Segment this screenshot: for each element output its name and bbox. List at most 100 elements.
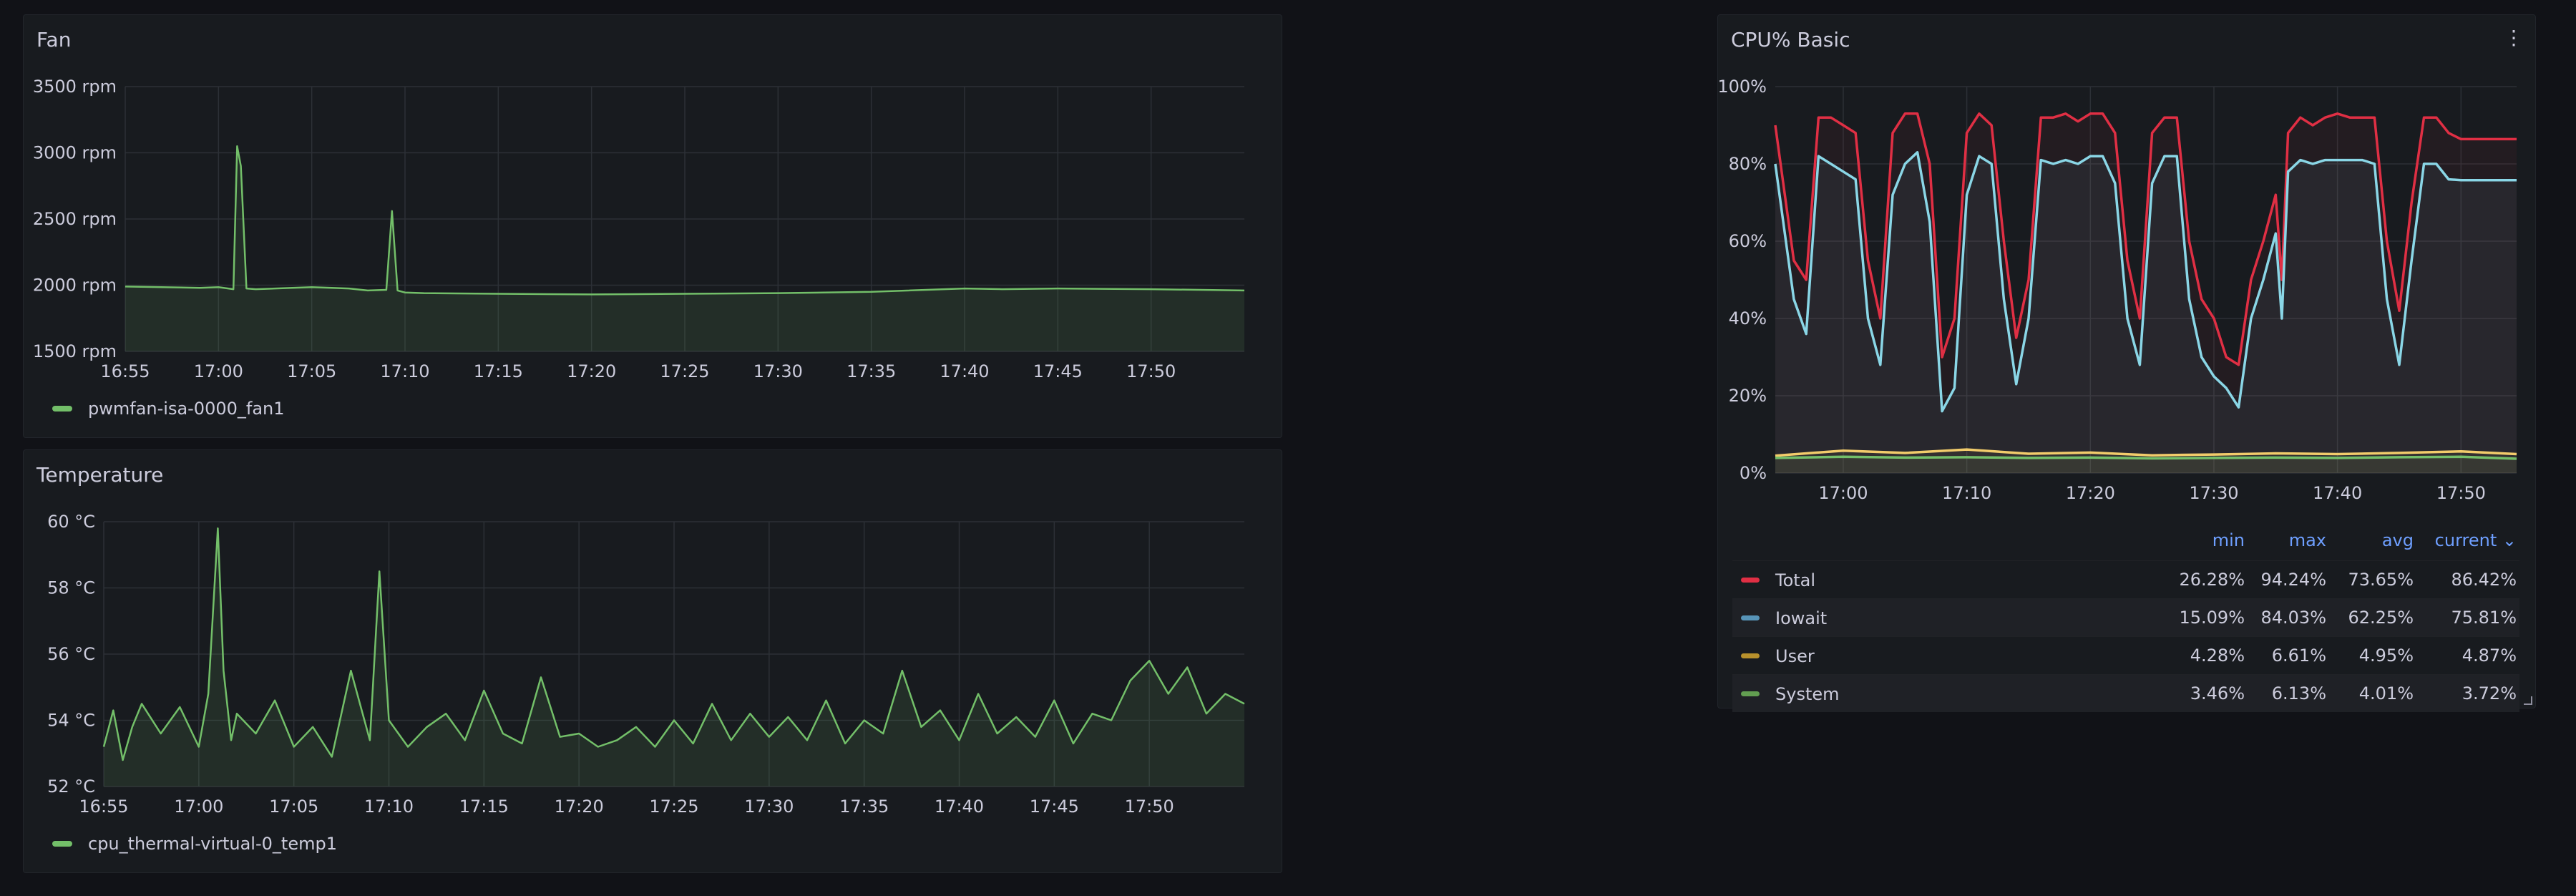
value-max: 94.24% [2260,570,2326,590]
y-tick-label: 80% [1729,154,1767,174]
value-current: 75.81% [2451,608,2517,628]
series-swatch [52,841,72,847]
x-tick-label: 17:40 [2313,483,2362,503]
x-tick-label: 17:30 [753,361,803,381]
series-swatch [1741,653,1760,658]
x-tick-label: 17:25 [649,797,698,817]
y-tick-label: 56 °C [47,644,95,664]
legend-label: pwmfan-isa-0000_fan1 [88,399,285,419]
series-label: Iowait [1775,608,1828,628]
legend-item[interactable]: pwmfan-isa-0000_fan1 [52,399,285,419]
legend-header: min max avg current ⌄ [1732,522,2519,560]
cpu-legend-table: min max avg current ⌄ Total 26.28% 94.24% 7… [1732,522,2519,712]
header-min[interactable]: min [2166,530,2245,550]
series-swatch [52,406,72,412]
x-tick-label: 17:15 [459,797,509,817]
x-tick-label: 17:50 [1125,797,1174,817]
value-current: 86.42% [2451,570,2517,590]
legend-row-total[interactable]: Total 26.28% 94.24% 73.65% 86.42% [1732,560,2519,598]
x-tick-label: 17:30 [744,797,794,817]
value-max: 84.03% [2260,608,2326,628]
fan-chart[interactable]: 1500 rpm 2000 rpm 2500 rpm 3000 rpm 3500 rpm… [24,15,1283,439]
value-avg: 4.01% [2358,683,2414,703]
value-avg: 73.65% [2348,570,2414,590]
x-tick-label: 17:45 [1030,797,1079,817]
legend-row-system[interactable]: System 3.46% 6.13% 4.01% 3.72% [1732,674,2519,712]
series-swatch [1741,615,1760,620]
header-current-label: current [2434,530,2497,550]
x-tick-label: 16:55 [79,797,128,817]
series-label: Total [1775,570,1816,590]
legend-rows: Total 26.28% 94.24% 73.65% 86.42% Iowait 15.09… [1732,560,2519,712]
value-avg: 4.95% [2358,646,2414,666]
series-swatch [1741,691,1760,696]
legend-label: cpu_thermal-virtual-0_temp1 [88,834,337,854]
x-tick-label: 17:20 [567,361,616,381]
x-tick-label: 17:00 [174,797,223,817]
chevron-down-icon: ⌄ [2502,530,2517,550]
x-tick-label: 17:40 [935,797,984,817]
legend-item[interactable]: cpu_thermal-virtual-0_temp1 [52,834,337,854]
y-tick-label: 100% [1718,77,1767,97]
legend-row-user[interactable]: User 4.28% 6.61% 4.95% 4.87% [1732,636,2519,674]
cpu-panel: CPU% Basic ⋮ 0% 20% 40% 60% 80% 100% 17:00 17:1… [1717,14,2537,712]
y-tick-label: 2000 rpm [33,276,117,296]
value-max: 6.13% [2271,683,2326,703]
x-tick-label: 17:50 [2436,483,2486,503]
y-tick-label: 1500 rpm [33,341,117,361]
y-tick-label: 58 °C [47,578,95,598]
x-tick-label: 17:05 [269,797,318,817]
cpu-chart[interactable]: 0% 20% 40% 60% 80% 100% 17:00 17:10 17:20 17:30 17… [1718,15,2537,516]
series-swatch [1741,578,1760,583]
x-tick-label: 17:00 [194,361,243,381]
value-min: 4.28% [2190,646,2245,666]
x-tick-label: 17:40 [940,361,989,381]
y-tick-label: 3000 rpm [33,143,117,163]
value-current: 4.87% [2462,646,2517,666]
y-tick-label: 60% [1729,231,1767,251]
series-label: System [1775,683,1840,704]
y-tick-label: 2500 rpm [33,209,117,229]
value-max: 6.61% [2271,646,2326,666]
value-min: 3.46% [2190,683,2245,703]
y-tick-label: 0% [1740,463,1767,483]
header-current[interactable]: current ⌄ [2416,530,2517,550]
y-tick-label: 52 °C [47,776,95,797]
header-avg[interactable]: avg [2335,530,2414,550]
x-tick-label: 16:55 [100,361,150,381]
legend-series-name: User [1732,637,1815,675]
y-tick-label: 60 °C [47,512,95,532]
x-tick-label: 17:30 [2189,483,2238,503]
fan-panel: Fan 1500 rpm 2000 rpm 2500 rpm 3000 rpm 3500… [23,14,1282,438]
series-label: User [1775,646,1815,666]
y-tick-label: 3500 rpm [33,77,117,97]
value-current: 3.72% [2462,683,2517,703]
x-tick-label: 17:20 [555,797,604,817]
x-tick-label: 17:45 [1033,361,1083,381]
header-max[interactable]: max [2248,530,2326,550]
x-tick-label: 17:25 [660,361,709,381]
x-tick-label: 17:35 [847,361,896,381]
value-avg: 62.25% [2348,608,2414,628]
value-min: 26.28% [2179,570,2245,590]
legend-series-name: Iowait [1732,599,1827,637]
x-tick-label: 17:10 [1942,483,1991,503]
value-min: 15.09% [2179,608,2245,628]
x-tick-label: 17:35 [839,797,889,817]
x-tick-label: 17:15 [474,361,523,381]
y-tick-label: 54 °C [47,711,95,731]
x-tick-label: 17:05 [287,361,336,381]
legend-row-iowait[interactable]: Iowait 15.09% 84.03% 62.25% 75.81% [1732,598,2519,636]
x-tick-label: 17:10 [364,797,414,817]
y-tick-label: 40% [1729,308,1767,328]
x-tick-label: 17:00 [1818,483,1868,503]
legend-series-name: Total [1732,561,1815,599]
resize-handle-icon[interactable] [2524,696,2532,705]
x-tick-label: 17:10 [380,361,429,381]
temperature-chart[interactable]: 52 °C 54 °C 56 °C 58 °C 60 °C 16:55 17:00 17:05… [24,450,1283,874]
x-tick-label: 17:20 [2066,483,2115,503]
x-tick-label: 17:50 [1126,361,1176,381]
temperature-panel: Temperature 52 °C 54 °C 56 °C 58 °C 60 °C 16:… [23,449,1282,873]
legend-series-name: System [1732,675,1840,713]
y-tick-label: 20% [1729,386,1767,406]
